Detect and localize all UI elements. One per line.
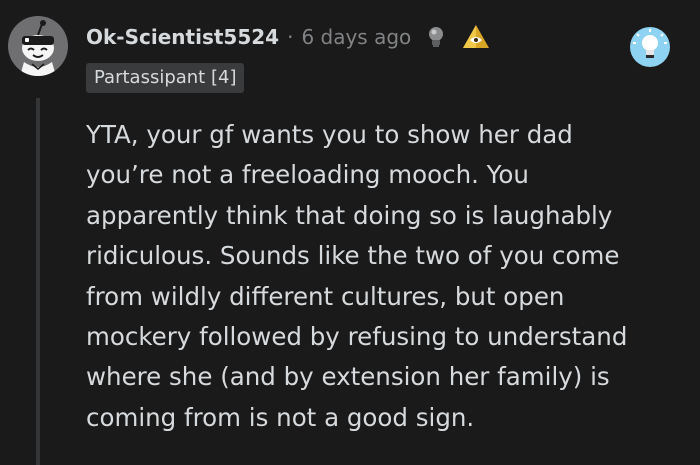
- user-avatar[interactable]: [8, 16, 68, 76]
- blue-lightbulb-award-icon[interactable]: [628, 25, 672, 69]
- comment-meta: Ok-Scientist5524 · 6 days ago: [86, 20, 491, 54]
- username-link[interactable]: Ok-Scientist5524: [86, 25, 279, 49]
- golden-pyramid-award-icon[interactable]: [461, 22, 491, 52]
- timestamp-link[interactable]: 6 days ago: [301, 25, 411, 49]
- thread-line[interactable]: [36, 98, 40, 465]
- comment-body: YTA, your gf wants you to show her dad y…: [86, 120, 628, 432]
- comment-card: Ok-Scientist5524 · 6 days ago Partassipa…: [0, 0, 700, 465]
- silver-bulb-award-icon[interactable]: [421, 22, 451, 52]
- meta-separator: ·: [287, 25, 294, 49]
- user-flair: Partassipant [4]: [86, 63, 245, 93]
